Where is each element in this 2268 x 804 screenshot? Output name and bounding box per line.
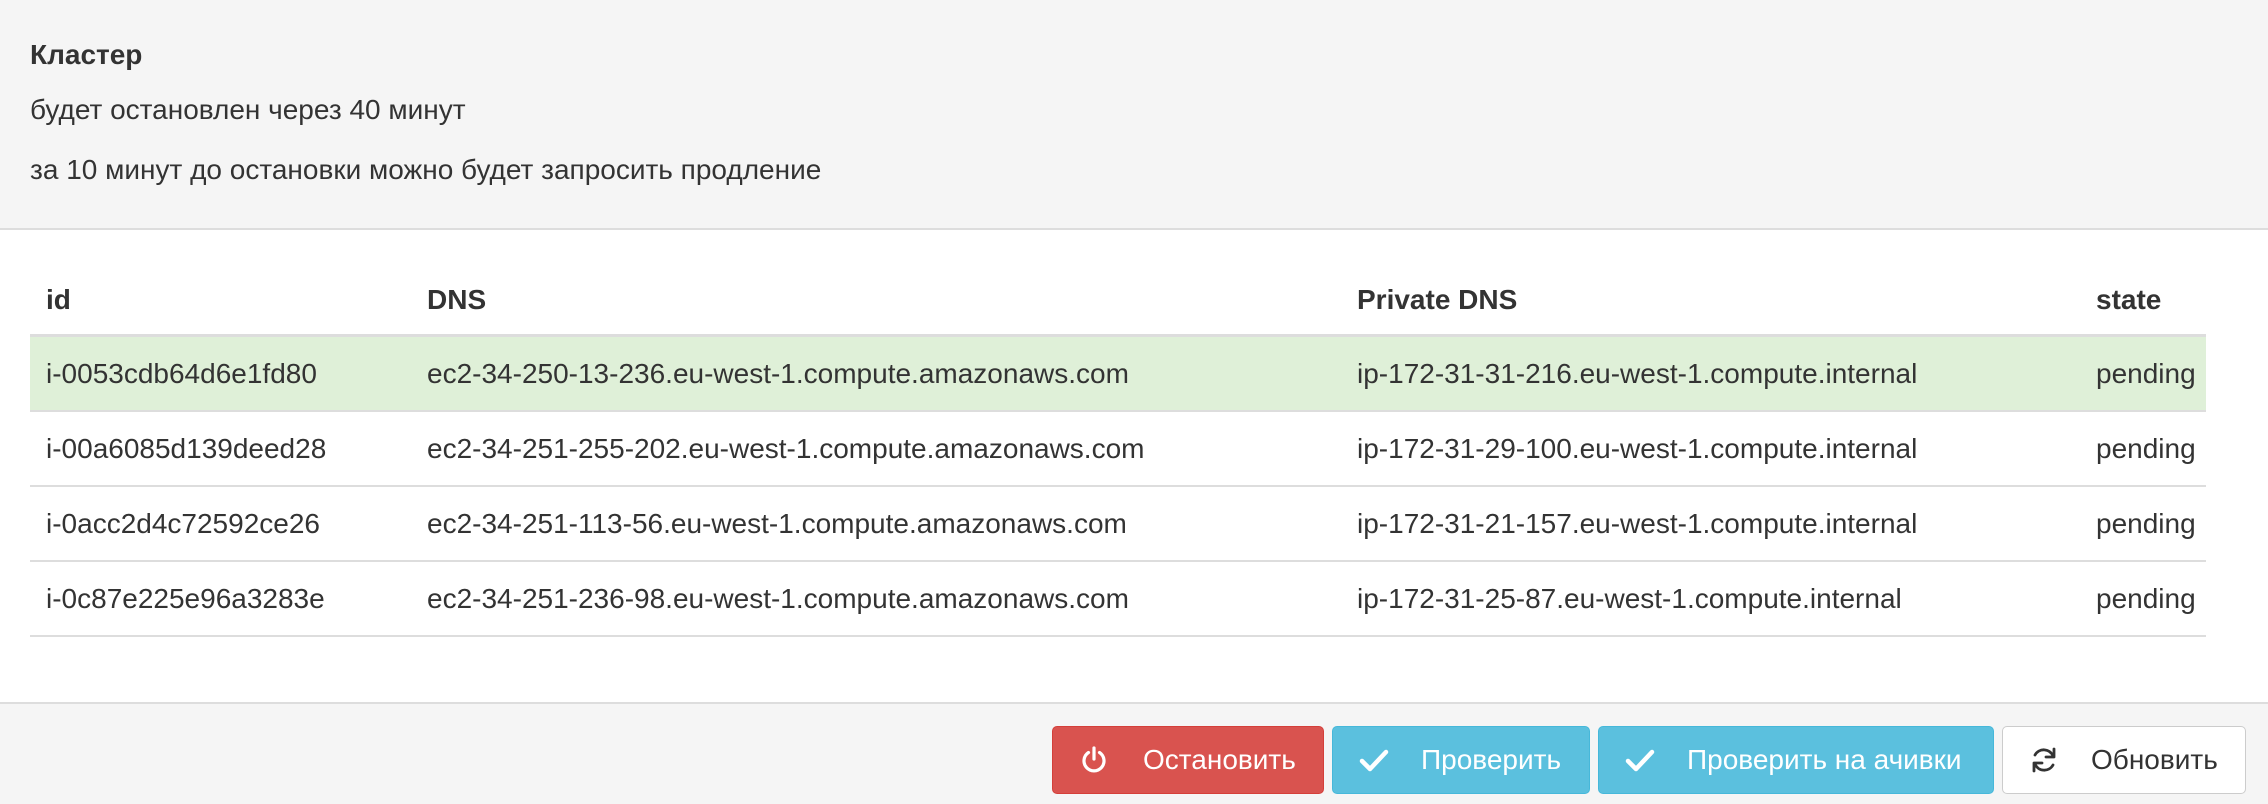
column-header-private-dns: Private DNS xyxy=(1341,266,2080,337)
check-achievements-button-label: Проверить на ачивки xyxy=(1687,744,1962,775)
column-header-dns: DNS xyxy=(411,266,1341,337)
cluster-info-panel: Кластер будет остановлен через 40 минут … xyxy=(0,0,2268,230)
instances-table: id DNS Private DNS state i-0053cdb64d6e1… xyxy=(30,266,2206,637)
instance-id-cell: i-0acc2d4c72592ce26 xyxy=(30,486,411,562)
refresh-button[interactable]: Обновить xyxy=(2002,726,2246,794)
table-header-row: id DNS Private DNS state xyxy=(30,266,2206,337)
table-row: i-0053cdb64d6e1fd80 ec2-34-250-13-236.eu… xyxy=(30,335,2206,412)
check-button-label: Проверить xyxy=(1421,744,1562,775)
table-row: i-0acc2d4c72592ce26 ec2-34-251-113-56.eu… xyxy=(30,486,2206,562)
dns-cell: ec2-34-251-255-202.eu-west-1.compute.ama… xyxy=(411,411,1341,487)
table-row: i-0c87e225e96a3283e ec2-34-251-236-98.eu… xyxy=(30,561,2206,637)
column-header-state: state xyxy=(2080,266,2206,337)
check-button[interactable]: Проверить xyxy=(1332,726,1590,794)
state-cell: pending xyxy=(2080,561,2206,637)
cluster-title: Кластер xyxy=(30,39,143,70)
private-dns-cell: ip-172-31-25-87.eu-west-1.compute.intern… xyxy=(1341,561,2080,637)
private-dns-cell: ip-172-31-29-100.eu-west-1.compute.inter… xyxy=(1341,411,2080,487)
state-cell: pending xyxy=(2080,335,2206,412)
table-row: i-00a6085d139deed28 ec2-34-251-255-202.e… xyxy=(30,411,2206,487)
actions-footer: Остановить Проверить Проверить на ачивки xyxy=(0,702,2268,804)
check-icon xyxy=(1359,745,1389,775)
cluster-stop-info: будет остановлен через 40 минут xyxy=(30,94,466,125)
cluster-extend-info: за 10 минут до остановки можно будет зап… xyxy=(30,154,822,185)
instance-id-cell: i-0053cdb64d6e1fd80 xyxy=(30,335,411,412)
dns-cell: ec2-34-251-236-98.eu-west-1.compute.amaz… xyxy=(411,561,1341,637)
instances-table-container: id DNS Private DNS state i-0053cdb64d6e1… xyxy=(30,266,2206,637)
power-icon xyxy=(1079,745,1109,775)
state-cell: pending xyxy=(2080,411,2206,487)
column-header-id: id xyxy=(30,266,411,337)
check-achievements-button[interactable]: Проверить на ачивки xyxy=(1598,726,1994,794)
stop-button-label: Остановить xyxy=(1143,744,1296,775)
private-dns-cell: ip-172-31-21-157.eu-west-1.compute.inter… xyxy=(1341,486,2080,562)
refresh-icon xyxy=(2029,745,2059,775)
stop-button[interactable]: Остановить xyxy=(1052,726,1324,794)
instance-id-cell: i-0c87e225e96a3283e xyxy=(30,561,411,637)
refresh-button-label: Обновить xyxy=(2091,744,2218,775)
dns-cell: ec2-34-251-113-56.eu-west-1.compute.amaz… xyxy=(411,486,1341,562)
check-icon xyxy=(1625,745,1655,775)
private-dns-cell: ip-172-31-31-216.eu-west-1.compute.inter… xyxy=(1341,335,2080,412)
dns-cell: ec2-34-250-13-236.eu-west-1.compute.amaz… xyxy=(411,335,1341,412)
instance-id-cell: i-00a6085d139deed28 xyxy=(30,411,411,487)
state-cell: pending xyxy=(2080,486,2206,562)
